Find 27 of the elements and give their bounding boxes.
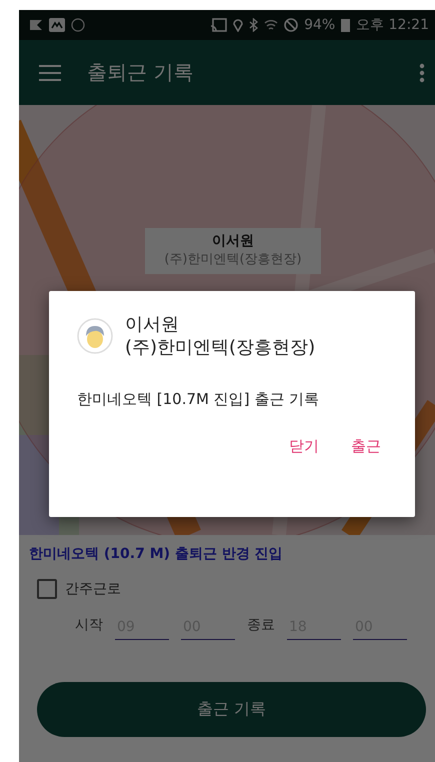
menu-icon[interactable] (39, 64, 61, 80)
dialog-message: 한미네오텍 [10.7M 진입] 출근 기록 (77, 390, 320, 409)
end-label: 종료 (247, 616, 275, 635)
checkbox-label: 간주근로 (65, 580, 121, 598)
clock-in-button[interactable]: 출근 기록 (37, 682, 426, 737)
start-label: 시작 (75, 616, 103, 635)
bluetooth-icon (249, 18, 258, 32)
clock: 오후 12:21 (356, 16, 429, 34)
dialog-button[interactable]: 출근 (341, 430, 391, 462)
app-icon (49, 18, 65, 32)
dialog-name: 이서원 (125, 313, 180, 336)
battery-icon (341, 18, 350, 32)
dialog-button[interactable]: 닫기 (279, 430, 329, 462)
more-options-icon[interactable] (419, 62, 425, 82)
no-disturb-icon (284, 18, 298, 32)
marker-name: 이서원 (211, 232, 255, 250)
dialog-company: (주)한미엔텍(장흥현장) (125, 336, 316, 360)
geofence-notice: 한미네오텍 (10.7 M) 출퇴근 반경 진입 (28, 545, 284, 563)
flag-icon (29, 19, 43, 31)
wifi-icon (264, 18, 278, 32)
avatar-icon (77, 318, 113, 354)
battery-percent: 94% (304, 17, 336, 33)
location-icon (233, 18, 244, 32)
cast-icon (211, 18, 228, 32)
checkbox[interactable] (37, 579, 57, 599)
screen-title: 출퇴근 기록 (87, 59, 194, 86)
marker-company: (주)한미엔텍(장흥현장) (163, 251, 303, 268)
